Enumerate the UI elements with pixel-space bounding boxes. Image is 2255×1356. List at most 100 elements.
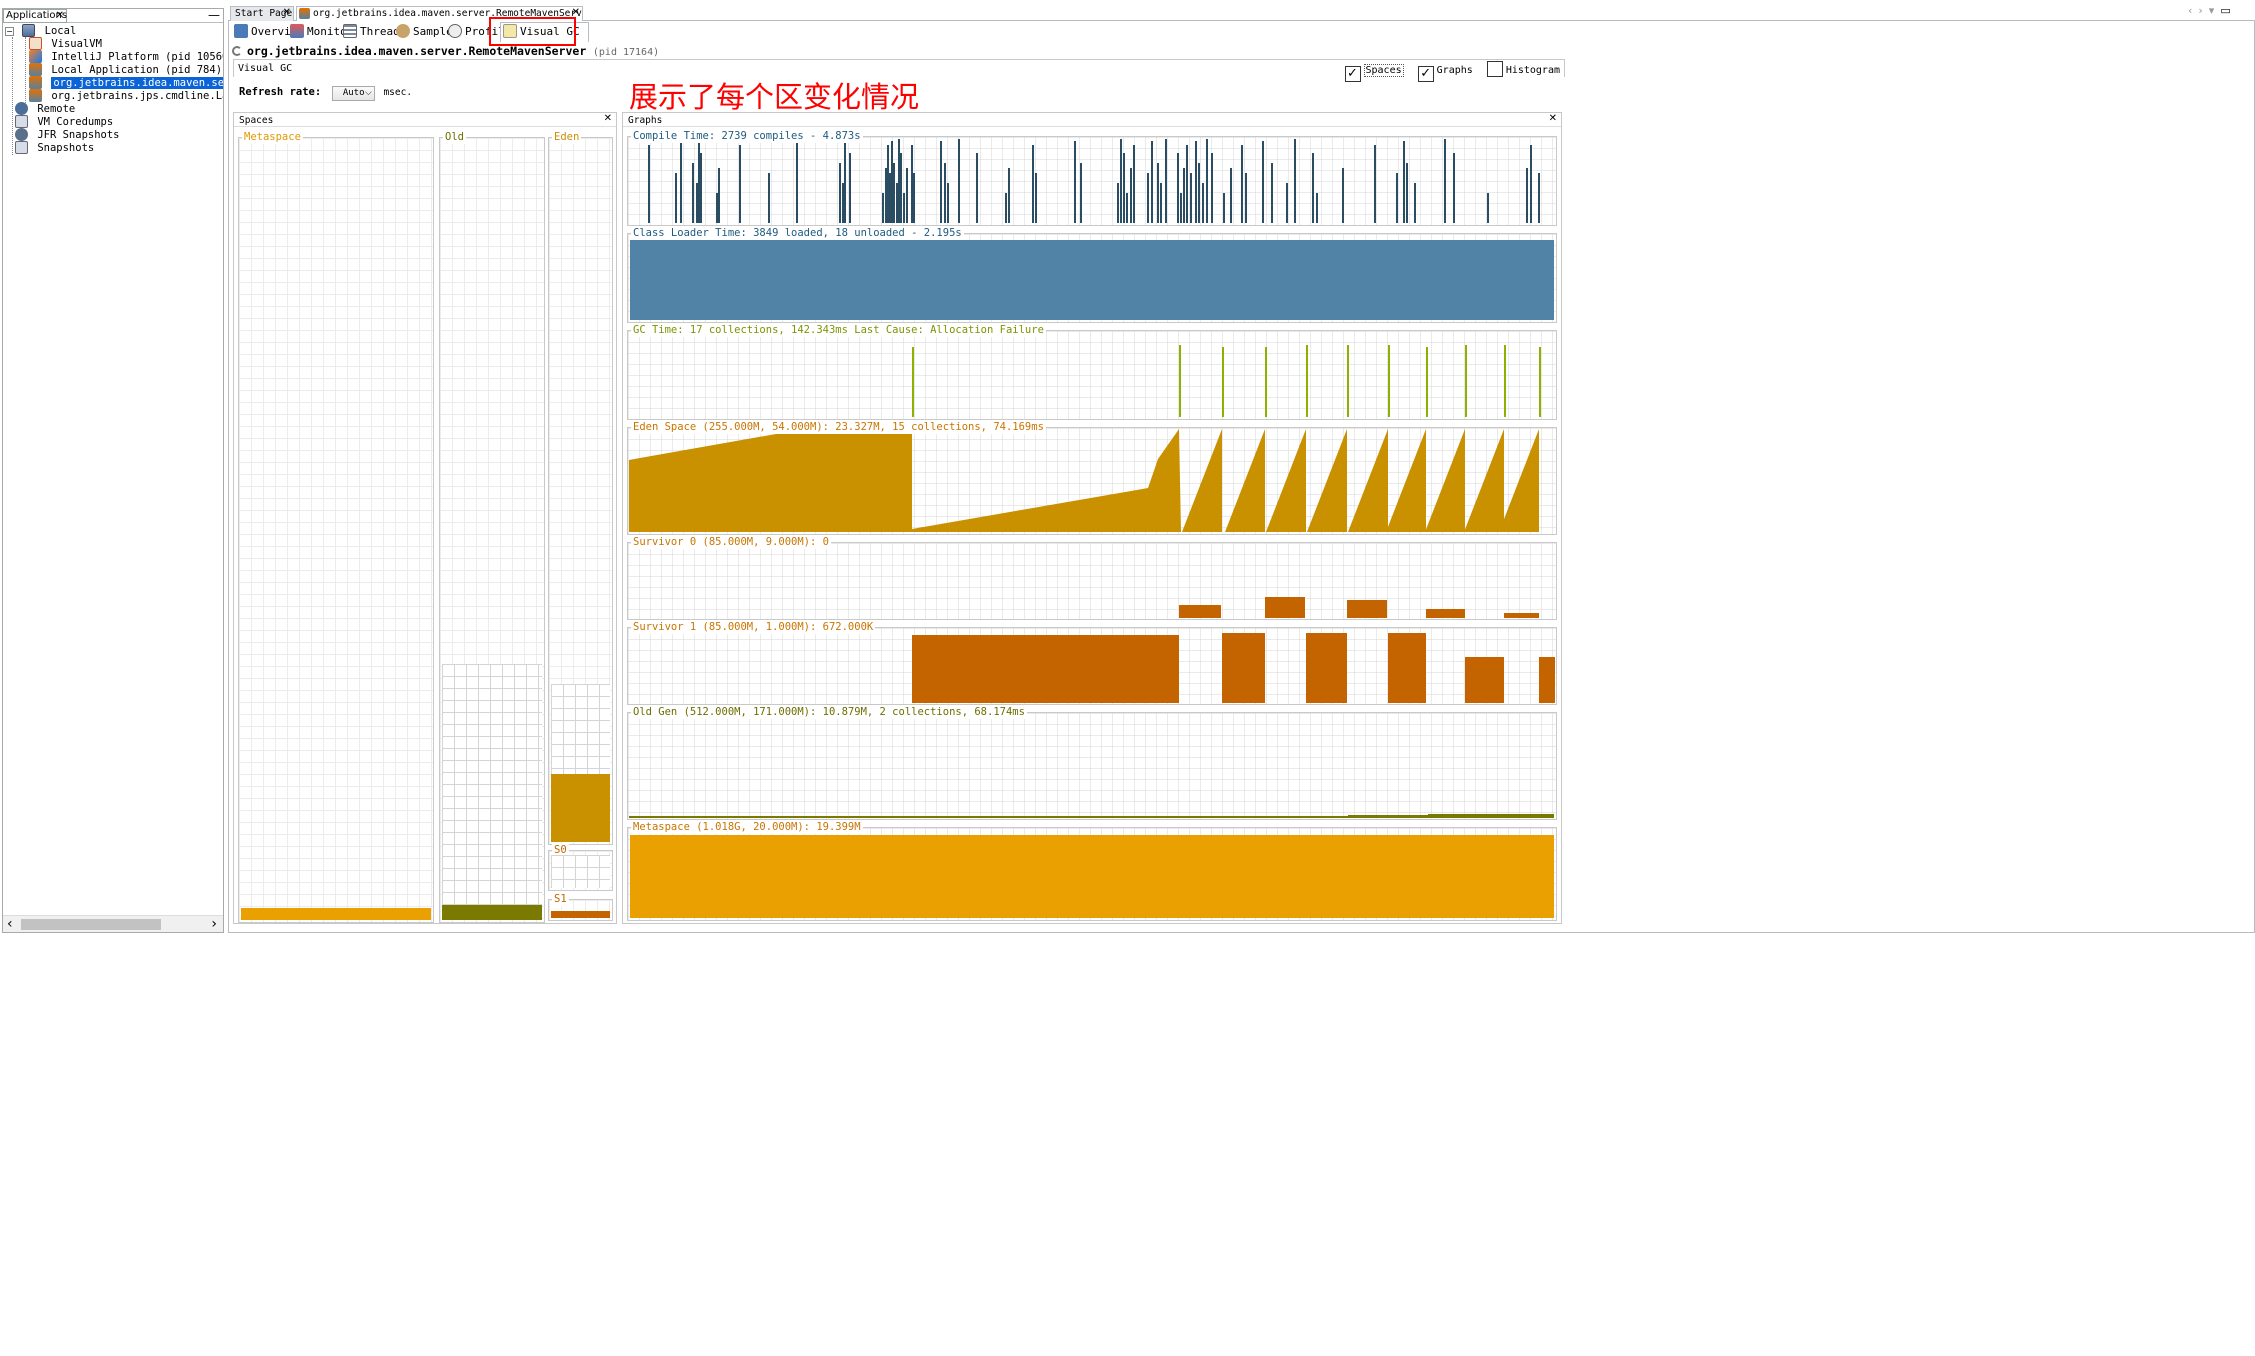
compile-spike xyxy=(1223,193,1225,223)
loading-icon xyxy=(232,46,242,56)
tab-start-page[interactable]: Start Page ✕ xyxy=(230,6,294,21)
compile-spike xyxy=(1130,168,1132,223)
old-gen-chart xyxy=(628,713,1556,819)
compile-spike xyxy=(768,173,770,223)
metaspace-chart xyxy=(628,828,1556,920)
space-label: Eden xyxy=(552,131,582,144)
compile-spike xyxy=(1186,145,1188,223)
graph-title: Class Loader Time: 3849 loaded, 18 unloa… xyxy=(631,227,964,240)
applications-panel: Applications ✕ — − Local VisualVM Intell… xyxy=(2,8,224,933)
graph-title: Eden Space (255.000M, 54.000M): 23.327M,… xyxy=(631,421,1046,434)
refresh-rate-unit: msec. xyxy=(383,87,413,98)
compile-spike xyxy=(700,153,702,223)
s0-capacity xyxy=(551,855,610,888)
compile-spike xyxy=(1120,139,1122,223)
compile-spike xyxy=(718,168,720,223)
app-title: org.jetbrains.idea.maven.server.RemoteMa… xyxy=(232,43,659,59)
compile-spike xyxy=(1241,145,1243,223)
compile-spike xyxy=(680,141,682,223)
gc-spike xyxy=(1347,345,1349,417)
compile-spike xyxy=(896,183,898,223)
horizontal-scrollbar[interactable]: ‹ › xyxy=(3,915,223,932)
survivor-1-chart xyxy=(628,628,1556,704)
scrollbar-thumb[interactable] xyxy=(21,919,161,930)
compile-spike xyxy=(1374,145,1376,223)
spaces-panel-title: Spaces xyxy=(239,115,274,126)
close-icon[interactable]: ✕ xyxy=(1549,113,1557,124)
close-icon[interactable]: ✕ xyxy=(56,10,64,22)
compile-spike xyxy=(849,153,851,223)
close-icon[interactable]: ✕ xyxy=(604,113,612,124)
compile-spike xyxy=(1165,139,1167,223)
graph-class-loader-time: Class Loader Time: 3849 loaded, 18 unloa… xyxy=(627,227,1557,323)
compile-spike xyxy=(839,163,841,223)
compile-spike xyxy=(1123,153,1125,223)
compile-spike xyxy=(1526,168,1528,223)
compile-spike xyxy=(1008,168,1010,223)
compile-time-chart xyxy=(628,137,1556,225)
compile-spike xyxy=(940,141,942,223)
compile-spike xyxy=(913,173,915,223)
compile-spike xyxy=(1074,141,1076,223)
tree-node-snapshots[interactable]: Snapshots xyxy=(15,140,94,157)
compile-spike xyxy=(1286,183,1288,223)
snapshots-icon xyxy=(15,141,28,154)
sampler-icon xyxy=(396,24,410,38)
checkbox-icon[interactable]: ✓ xyxy=(1417,66,1434,82)
scroll-left-icon[interactable]: ‹ xyxy=(7,916,13,932)
compile-spike xyxy=(1035,173,1037,223)
checkbox-icon[interactable]: ✓ xyxy=(1344,66,1361,82)
compile-spike xyxy=(1487,193,1489,223)
overview-icon xyxy=(234,24,248,38)
compile-spike xyxy=(698,139,700,223)
compile-spike xyxy=(1032,145,1034,223)
checkbox-label: Graphs xyxy=(1436,65,1473,76)
tab-nav-arrows[interactable]: ‹›▾▭ xyxy=(2188,4,2237,17)
eden-chart xyxy=(628,428,1556,534)
compile-spike xyxy=(675,173,677,223)
graphs-panel: Graphs ✕ Compile Time: 2739 compiles - 4… xyxy=(622,112,1562,924)
compile-spike xyxy=(1133,145,1135,223)
compile-spike xyxy=(900,153,902,223)
view-options: ✓ Spaces ✓ Graphs Histogram xyxy=(1344,61,1560,82)
scroll-right-icon[interactable]: › xyxy=(211,916,217,932)
space-label: Metaspace xyxy=(242,131,303,144)
compile-spike xyxy=(958,139,960,223)
refresh-rate-select[interactable]: Auto ⌵ xyxy=(331,86,375,101)
gc-spike xyxy=(1222,347,1224,417)
app-name: org.jetbrains.idea.maven.server.RemoteMa… xyxy=(247,44,587,58)
collapse-toggle-icon[interactable]: − xyxy=(5,27,14,36)
close-icon[interactable]: ✕ xyxy=(283,7,291,18)
gc-spike xyxy=(912,347,914,417)
space-metaspace: Metaspace xyxy=(238,131,434,923)
refresh-rate-value: Auto xyxy=(342,88,365,98)
refresh-rate-label: Refresh rate: xyxy=(239,86,322,98)
compile-spike xyxy=(1183,168,1185,223)
gc-spike xyxy=(1504,345,1506,417)
graph-title: Compile Time: 2739 compiles - 4.873s xyxy=(631,130,863,143)
tree-lines xyxy=(12,37,13,155)
compile-spike xyxy=(648,145,650,223)
app-pid: (pid 17164) xyxy=(592,47,660,58)
minimize-icon[interactable]: — xyxy=(208,8,220,22)
gc-spike xyxy=(1426,347,1428,417)
compile-spike xyxy=(739,145,741,223)
compile-spike xyxy=(842,183,844,223)
compile-spike xyxy=(1312,153,1314,223)
checkbox-icon[interactable] xyxy=(1486,61,1503,77)
graph-title: Survivor 1 (85.000M, 1.000M): 672.000K xyxy=(631,621,876,634)
compile-spike xyxy=(1157,163,1159,223)
compile-spike xyxy=(1342,168,1344,223)
graphs-checkbox[interactable]: ✓ Graphs xyxy=(1417,65,1473,82)
spaces-checkbox[interactable]: ✓ Spaces xyxy=(1344,64,1404,82)
histogram-checkbox[interactable]: Histogram xyxy=(1486,61,1560,77)
applications-tree: − Local VisualVM IntelliJ Platform (pid … xyxy=(3,23,223,918)
graphs-panel-header: Graphs ✕ xyxy=(623,113,1561,127)
highlight-box xyxy=(489,17,576,46)
compile-spike xyxy=(947,183,949,223)
space-label: Old xyxy=(443,131,466,144)
compile-spike xyxy=(1262,141,1264,223)
graph-title: Survivor 0 (85.000M, 9.000M): 0 xyxy=(631,536,831,549)
subtab-bar: Overview Monitor Threads Sampler Profile… xyxy=(229,21,1567,43)
applications-tab[interactable]: Applications ✕ xyxy=(3,9,67,23)
